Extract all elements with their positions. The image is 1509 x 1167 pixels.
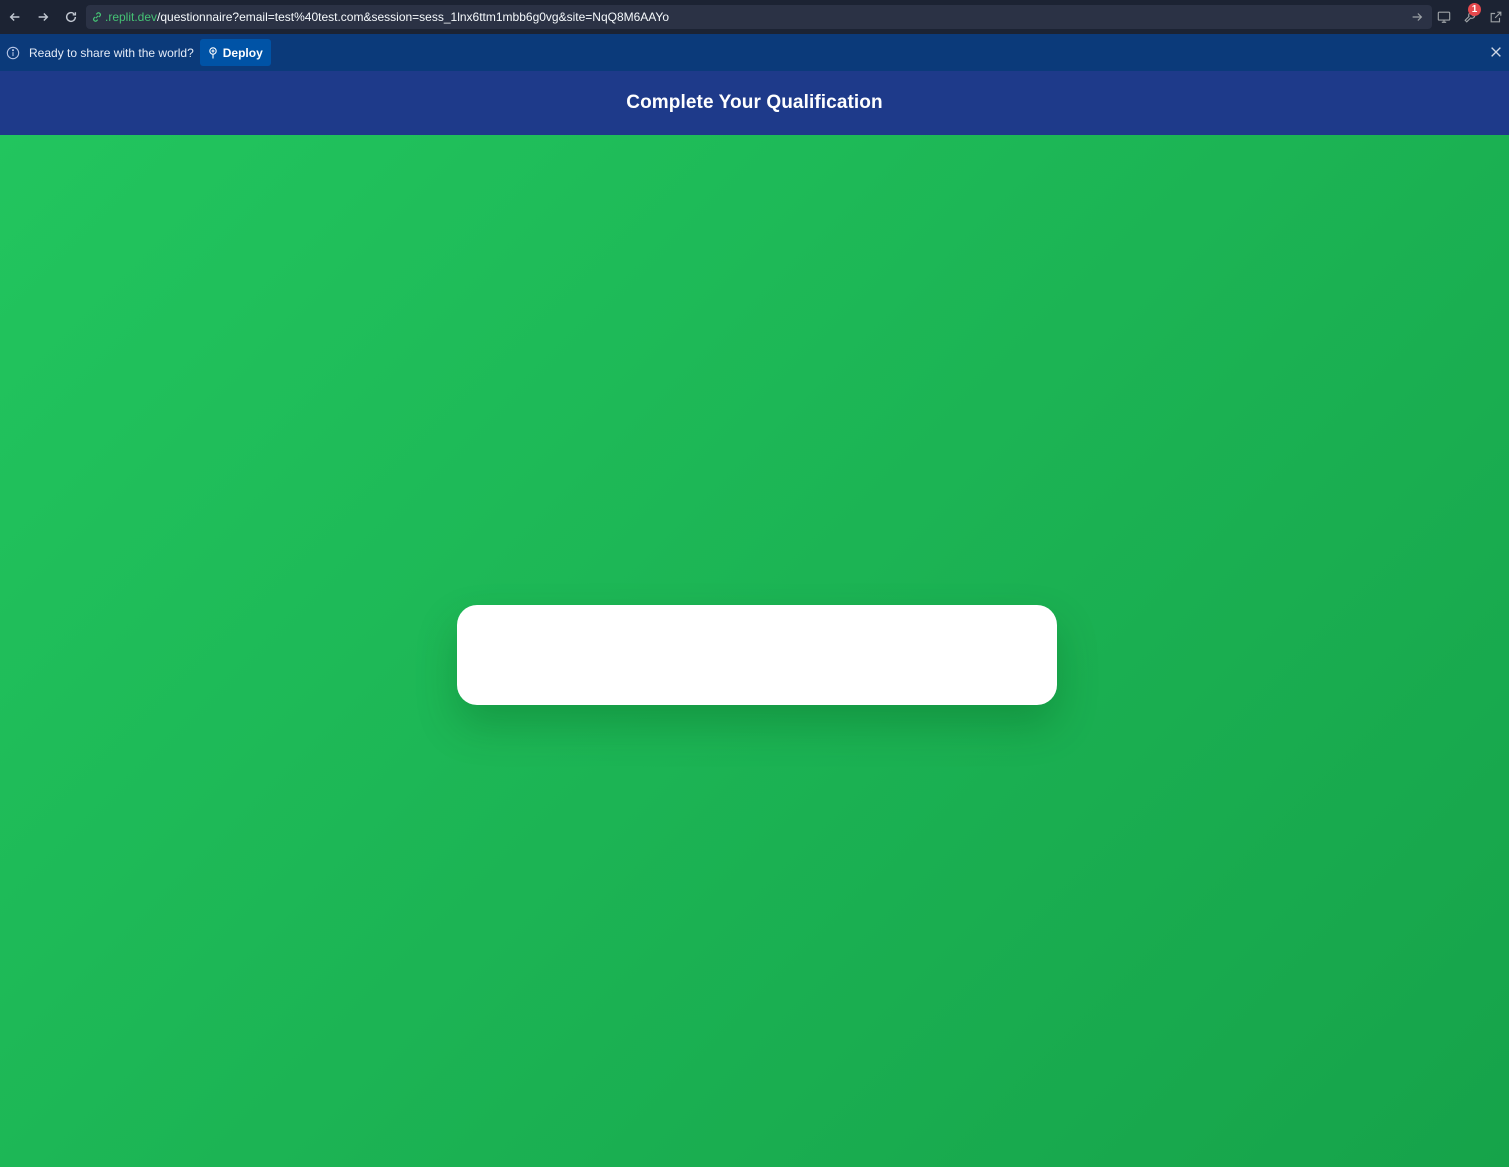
main-content: [0, 135, 1509, 1167]
open-new-tab-button[interactable]: [1483, 0, 1509, 34]
deploy-icon: [209, 46, 217, 58]
back-arrow-icon: [9, 13, 20, 21]
devtools-button[interactable]: [1431, 0, 1457, 34]
deploy-button[interactable]: Deploy: [199, 39, 271, 66]
back-button[interactable]: [1, 3, 29, 31]
link-icon: [93, 12, 101, 22]
reload-button[interactable]: [57, 3, 85, 31]
deploy-label: Deploy: [222, 45, 263, 60]
info-icon: [6, 46, 20, 59]
tools-button[interactable]: 1: [1457, 0, 1483, 34]
external-link-icon: [1490, 11, 1502, 23]
url-host: .replit.dev: [105, 10, 158, 24]
url-path: /questionnaire?email=test%40test.com&ses…: [157, 10, 669, 24]
forward-button[interactable]: [29, 3, 57, 31]
banner-text: Ready to share with the world?: [29, 45, 194, 60]
browser-toolbar: .replit.dev/questionnaire?email=test%40t…: [0, 0, 1509, 34]
monitor-icon: [1437, 11, 1451, 23]
questionnaire-card: [457, 605, 1057, 705]
go-arrow-icon[interactable]: [1410, 10, 1424, 24]
notification-badge: 1: [1468, 3, 1481, 16]
url-bar[interactable]: .replit.dev/questionnaire?email=test%40t…: [86, 5, 1432, 29]
app-header: Complete Your Qualification: [0, 71, 1509, 135]
deploy-banner: Ready to share with the world? Deploy: [0, 34, 1509, 71]
page-title: Complete Your Qualification: [626, 92, 883, 113]
reload-icon: [65, 11, 77, 23]
close-icon[interactable]: [1489, 45, 1503, 59]
forward-arrow-icon: [38, 13, 49, 21]
